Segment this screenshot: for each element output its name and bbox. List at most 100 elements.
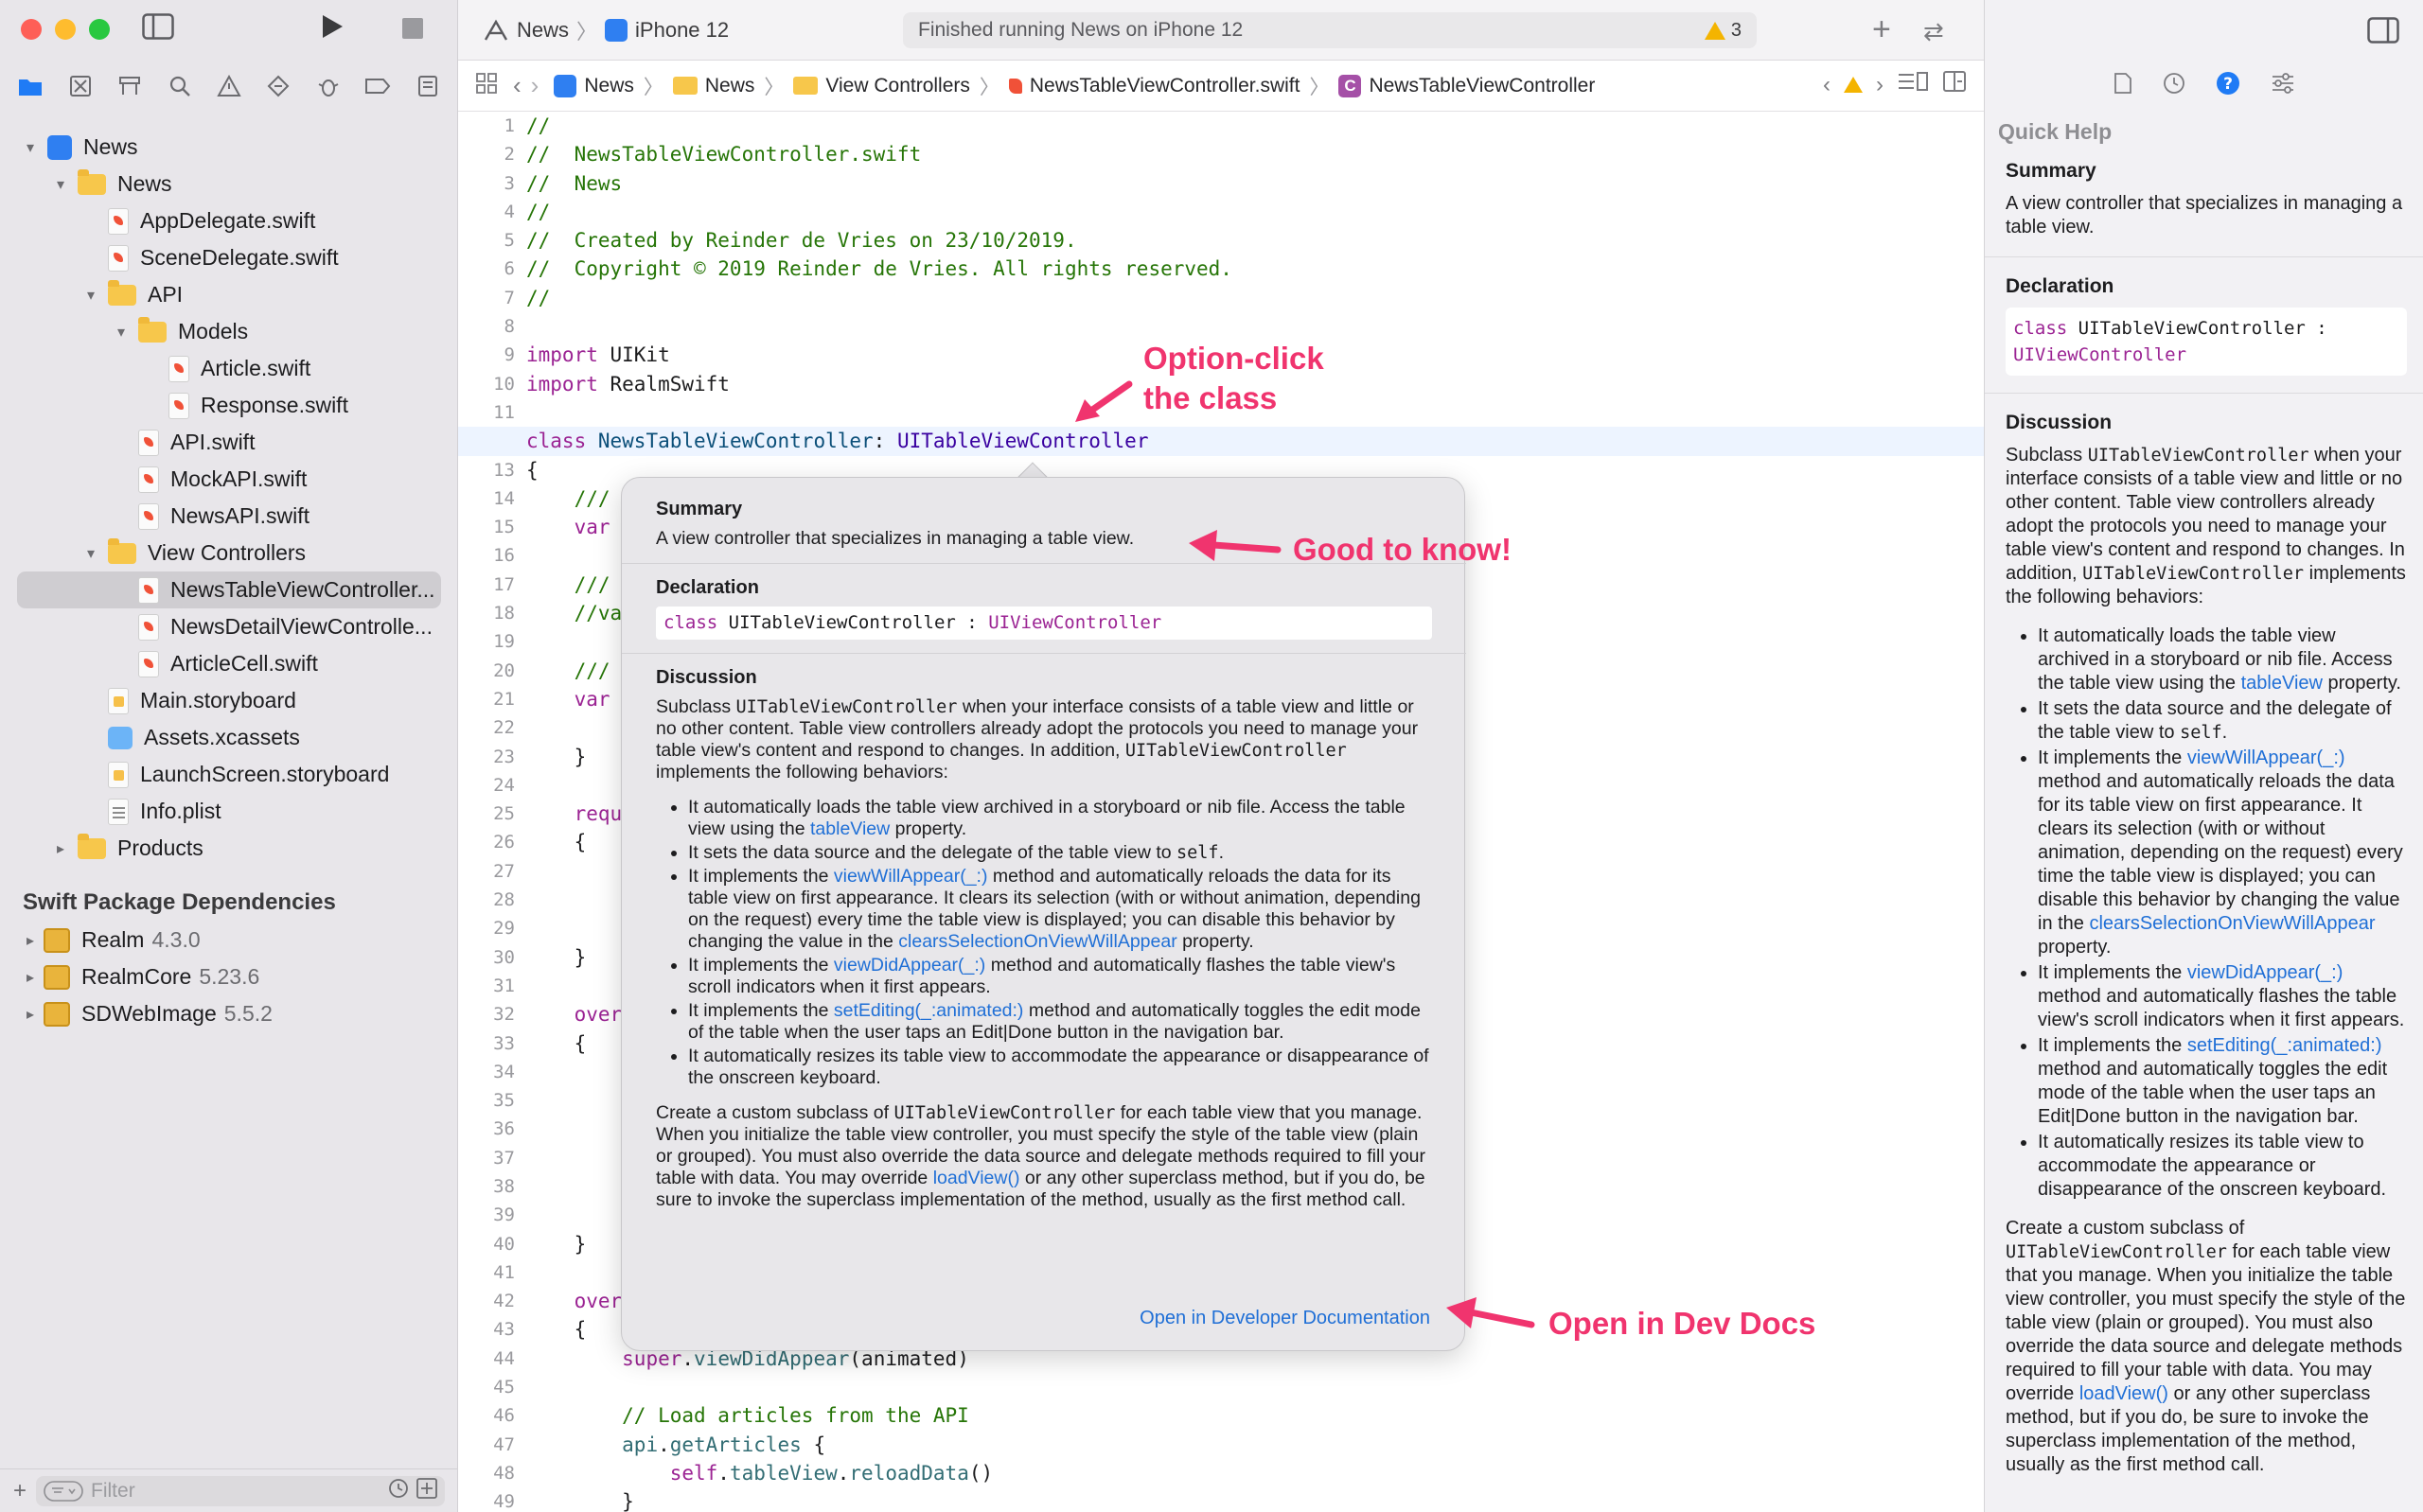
breadcrumb-item[interactable]: View Controllers	[793, 75, 970, 97]
report-navigator-icon[interactable]	[414, 72, 442, 100]
toggle-inspector-icon[interactable]	[2367, 17, 2399, 48]
attributes-inspector-icon[interactable]	[2271, 72, 2295, 101]
tree-item[interactable]: ArticleCell.swift	[0, 645, 458, 682]
close-window-button[interactable]	[21, 19, 42, 40]
doc-link[interactable]: clearsSelectionOnViewWillAppear	[2089, 913, 2375, 934]
find-navigator-icon[interactable]	[166, 72, 194, 100]
warning-count-badge[interactable]: 3	[1704, 20, 1742, 42]
package-item[interactable]: ▸ Realm 4.3.0	[0, 922, 458, 958]
package-item[interactable]: ▸ SDWebImage 5.5.2	[0, 995, 458, 1032]
source-control-filter-icon[interactable]	[416, 1477, 437, 1504]
disclosure-open-icon[interactable]: ▾	[21, 138, 40, 157]
code-line[interactable]	[526, 312, 1984, 341]
editor-options-icon[interactable]	[1897, 71, 1929, 98]
scheme-selector[interactable]: News 〉 iPhone 12	[483, 15, 729, 45]
minimize-window-button[interactable]	[55, 19, 76, 40]
tree-item[interactable]: NewsAPI.swift	[0, 498, 458, 535]
quick-help-inspector-icon[interactable]: ?	[2216, 71, 2240, 102]
doc-link[interactable]: viewWillAppear(_:)	[834, 866, 988, 887]
code-line[interactable]: // NewsTableViewController.swift	[526, 140, 1984, 168]
doc-link[interactable]: tableView	[810, 818, 890, 839]
history-inspector-icon[interactable]	[2163, 72, 2185, 101]
tree-item[interactable]: ▸ Products	[0, 830, 458, 867]
disclosure-closed-icon[interactable]: ▸	[51, 839, 70, 858]
line-number-gutter[interactable]: 1234567891011121314151617181920212223242…	[458, 112, 515, 1512]
tree-item[interactable]: ▾ View Controllers	[0, 535, 458, 571]
recent-files-icon[interactable]	[388, 1478, 409, 1504]
tree-item[interactable]: LaunchScreen.storyboard	[0, 756, 458, 793]
disclosure-closed-icon[interactable]: ▸	[21, 1005, 40, 1024]
debug-navigator-icon[interactable]	[314, 72, 343, 100]
breadcrumb-item[interactable]: NewsTableViewController.swift	[1008, 75, 1300, 97]
issue-warning-icon[interactable]	[1844, 77, 1863, 93]
code-line[interactable]: class NewsTableViewController: UITableVi…	[458, 427, 1984, 456]
add-editor-icon[interactable]	[1942, 70, 1967, 99]
tree-item[interactable]: Info.plist	[0, 793, 458, 830]
tree-item[interactable]: ▾ Models	[0, 313, 458, 350]
doc-link[interactable]: setEditing(_:animated:)	[834, 1000, 1024, 1021]
code-line[interactable]: // Load articles from the API	[526, 1401, 1984, 1430]
tree-item[interactable]: API.swift	[0, 424, 458, 461]
go-forward-icon[interactable]: ›	[531, 71, 539, 100]
doc-link[interactable]: setEditing(_:animated:)	[2187, 1035, 2382, 1056]
tree-item[interactable]: Main.storyboard	[0, 682, 458, 719]
tree-item[interactable]: ▾ API	[0, 276, 458, 313]
code-line[interactable]: }	[526, 1487, 1984, 1512]
zoom-window-button[interactable]	[89, 19, 110, 40]
doc-link[interactable]: viewDidAppear(_:)	[834, 955, 985, 976]
go-back-icon[interactable]: ‹	[513, 71, 522, 100]
disclosure-open-icon[interactable]: ▾	[81, 286, 100, 305]
code-review-icon[interactable]: ⇄	[1923, 15, 1944, 47]
next-issue-icon[interactable]: ›	[1876, 72, 1884, 98]
related-items-icon[interactable]	[475, 72, 498, 100]
doc-link[interactable]: tableView	[2241, 673, 2323, 694]
doc-link[interactable]: clearsSelectionOnViewWillAppear	[898, 931, 1176, 952]
stop-button[interactable]	[401, 13, 424, 47]
tree-item[interactable]: AppDelegate.swift	[0, 202, 458, 239]
test-navigator-icon[interactable]	[264, 72, 292, 100]
add-file-icon[interactable]: +	[13, 1478, 27, 1504]
code-line[interactable]: //	[526, 112, 1984, 140]
tree-item[interactable]: NewsDetailViewControlle...	[0, 608, 458, 645]
tree-item[interactable]: ▾ News	[0, 166, 458, 202]
code-line[interactable]: // News	[526, 169, 1984, 198]
tree-item[interactable]: NewsTableViewController...	[17, 571, 441, 608]
tree-item[interactable]: SceneDelegate.swift	[0, 239, 458, 276]
doc-link[interactable]: viewWillAppear(_:)	[2187, 747, 2345, 768]
file-inspector-icon[interactable]	[2113, 72, 2132, 101]
project-navigator-icon[interactable]	[16, 72, 44, 100]
disclosure-open-icon[interactable]: ▾	[112, 323, 131, 342]
code-line[interactable]: //	[526, 284, 1984, 312]
issue-navigator-icon[interactable]	[215, 72, 243, 100]
previous-issue-icon[interactable]: ‹	[1823, 72, 1831, 98]
code-line[interactable]: api.getArticles {	[526, 1431, 1984, 1459]
disclosure-closed-icon[interactable]: ▸	[21, 931, 40, 950]
breadcrumb-item[interactable]: News	[672, 75, 754, 97]
disclosure-open-icon[interactable]: ▾	[81, 544, 100, 563]
package-item[interactable]: ▸ RealmCore 5.23.6	[0, 958, 458, 995]
tree-item[interactable]: ▾ News	[0, 129, 458, 166]
disclosure-closed-icon[interactable]: ▸	[21, 968, 40, 987]
breadcrumb-item[interactable]: News	[554, 74, 634, 97]
navigator-filter-input[interactable]: Filter	[36, 1475, 445, 1506]
code-line[interactable]	[526, 1373, 1984, 1401]
doc-link[interactable]: viewDidAppear(_:)	[2187, 962, 2343, 983]
code-line[interactable]: // Created by Reinder de Vries on 23/10/…	[526, 226, 1984, 255]
toggle-navigator-icon[interactable]	[142, 13, 174, 47]
tree-item[interactable]: Response.swift	[0, 387, 458, 424]
symbol-navigator-icon[interactable]	[115, 72, 144, 100]
source-control-navigator-icon[interactable]	[66, 72, 95, 100]
code-line[interactable]: self.tableView.reloadData()	[526, 1459, 1984, 1487]
doc-link[interactable]: loadView()	[933, 1168, 1020, 1188]
breakpoint-navigator-icon[interactable]	[363, 72, 392, 100]
open-developer-documentation-link[interactable]: Open in Developer Documentation	[1140, 1308, 1430, 1329]
breadcrumb-item[interactable]: C NewsTableViewController	[1338, 74, 1595, 97]
disclosure-open-icon[interactable]: ▾	[51, 175, 70, 194]
add-library-icon[interactable]: +	[1872, 13, 1891, 45]
code-line[interactable]: // Copyright © 2019 Reinder de Vries. Al…	[526, 255, 1984, 283]
tree-item[interactable]: MockAPI.swift	[0, 461, 458, 498]
code-line[interactable]: //	[526, 198, 1984, 226]
tree-item[interactable]: Article.swift	[0, 350, 458, 387]
tree-item[interactable]: Assets.xcassets	[0, 719, 458, 756]
run-button[interactable]	[320, 13, 345, 47]
